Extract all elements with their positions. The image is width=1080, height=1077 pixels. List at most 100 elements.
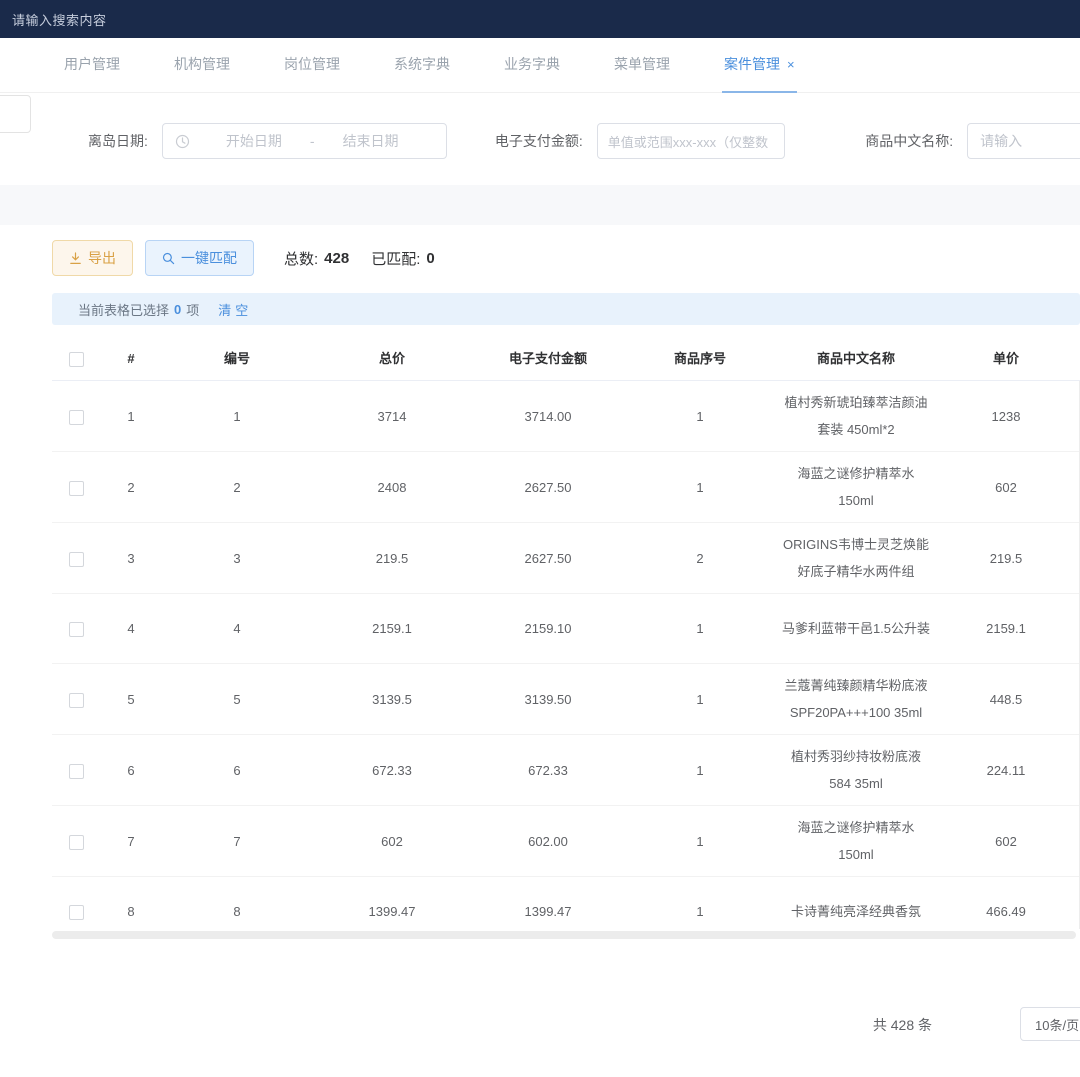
export-button[interactable]: 导出 bbox=[52, 240, 133, 276]
export-button-label: 导出 bbox=[88, 248, 116, 268]
cell-product-seq: 1 bbox=[624, 466, 776, 509]
row-checkbox[interactable] bbox=[69, 905, 84, 920]
table-row: 2224082627.501海蓝之谜修护精萃水 150ml602 bbox=[52, 452, 1079, 523]
tab-item[interactable]: 岗位管理 bbox=[282, 38, 342, 93]
match-button-label: 一键匹配 bbox=[181, 248, 237, 268]
date-range-input[interactable]: 开始日期 - 结束日期 bbox=[162, 123, 447, 159]
tab-item[interactable]: 用户管理 bbox=[62, 38, 122, 93]
close-icon[interactable]: × bbox=[787, 58, 795, 71]
payment-amount-input[interactable]: 单值或范围xxx-xxx（仅整数 bbox=[597, 123, 785, 159]
tab-label: 用户管理 bbox=[64, 54, 120, 74]
cell-epay-amount: 672.33 bbox=[472, 749, 624, 792]
cell-unit-price: 602 bbox=[936, 466, 1076, 509]
column-header: 商品中文名称 bbox=[776, 337, 936, 380]
cell-product-seq: 2 bbox=[624, 537, 776, 580]
selection-count: 0 bbox=[174, 302, 181, 317]
search-icon bbox=[162, 252, 175, 265]
row-checkbox[interactable] bbox=[69, 835, 84, 850]
row-checkbox-cell bbox=[52, 607, 100, 650]
row-checkbox[interactable] bbox=[69, 622, 84, 637]
row-checkbox[interactable] bbox=[69, 693, 84, 708]
cell-index: 3 bbox=[100, 537, 162, 580]
cell-epay-amount: 602.00 bbox=[472, 820, 624, 863]
matched-label: 已匹配: bbox=[371, 248, 420, 269]
product-name-input[interactable]: 请输入 bbox=[967, 123, 1080, 159]
section-divider bbox=[0, 185, 1080, 225]
cell-index: 8 bbox=[100, 890, 162, 929]
row-checkbox-cell bbox=[52, 890, 100, 929]
tab-bar: 用户管理 机构管理 岗位管理 系统字典 业务字典 菜单管理 案件管理 × bbox=[0, 38, 1080, 93]
row-checkbox[interactable] bbox=[69, 764, 84, 779]
cell-unit-price: 602 bbox=[936, 820, 1076, 863]
cell-code: 2 bbox=[162, 466, 312, 509]
row-checkbox-cell bbox=[52, 466, 100, 509]
cell-product-seq: 1 bbox=[624, 678, 776, 721]
toolbar: 导出 一键匹配 总数: 428 已匹配: 0 bbox=[52, 239, 1080, 277]
clear-selection-link[interactable]: 清空 bbox=[218, 300, 252, 319]
total-value: 428 bbox=[324, 250, 349, 267]
cell-code: 1 bbox=[162, 395, 312, 438]
cell-product-seq: 1 bbox=[624, 820, 776, 863]
cell-index: 5 bbox=[100, 678, 162, 721]
tab-item[interactable]: 系统字典 bbox=[392, 38, 452, 93]
tab-item[interactable]: 业务字典 bbox=[502, 38, 562, 93]
cell-unit-price: 2159.1 bbox=[936, 607, 1076, 650]
page-size-select[interactable]: 10条/页 bbox=[1020, 1007, 1080, 1041]
tab-item[interactable]: 机构管理 bbox=[172, 38, 232, 93]
tab-label: 案件管理 bbox=[724, 54, 780, 74]
end-date-placeholder[interactable]: 结束日期 bbox=[343, 131, 399, 151]
table-row: 33219.52627.502ORIGINS韦博士灵芝焕能好底子精华水两件组21… bbox=[52, 523, 1079, 594]
payment-filter-label: 电子支付金额: bbox=[495, 131, 583, 151]
row-checkbox-cell bbox=[52, 678, 100, 721]
download-icon bbox=[69, 252, 82, 265]
cell-total-price: 2408 bbox=[312, 466, 472, 509]
tab-label: 业务字典 bbox=[504, 54, 560, 74]
row-checkbox-cell bbox=[52, 820, 100, 863]
cell-index: 4 bbox=[100, 607, 162, 650]
table-row: 442159.12159.101马爹利蓝带干邑1.5公升装2159.1 bbox=[52, 594, 1079, 664]
row-checkbox[interactable] bbox=[69, 552, 84, 567]
pagination-total: 共 428 条 bbox=[873, 1015, 932, 1035]
cell-product-name: 植村秀新琥珀臻萃洁颜油套装 450ml*2 bbox=[776, 381, 936, 451]
tab-item[interactable]: 案件管理 × bbox=[722, 38, 797, 93]
start-date-placeholder[interactable]: 开始日期 bbox=[226, 131, 282, 151]
cell-epay-amount: 3139.50 bbox=[472, 678, 624, 721]
cell-total-price: 602 bbox=[312, 820, 472, 863]
one-key-match-button[interactable]: 一键匹配 bbox=[145, 240, 254, 276]
pagination-bar: 共 428 条 10条/页 bbox=[52, 1005, 1080, 1045]
date-filter-label: 离岛日期: bbox=[88, 131, 148, 151]
global-search-input[interactable]: 请输入搜索内容 bbox=[12, 10, 107, 29]
cell-product-name: 植村秀羽纱持妆粉底液 584 35ml bbox=[776, 735, 936, 805]
top-header-bar: 请输入搜索内容 bbox=[0, 0, 1080, 38]
column-header: 电子支付金额 bbox=[472, 337, 624, 380]
page-size-value: 10条/页 bbox=[1035, 1015, 1079, 1034]
cell-product-name: 兰蔻菁纯臻颜精华粉底液SPF20PA+++100 35ml bbox=[776, 664, 936, 734]
filter-section: 离岛日期: 开始日期 - 结束日期 电子支付金额: 单值或范围xxx-xxx（仅… bbox=[0, 93, 1080, 185]
column-header: 商品序号 bbox=[624, 337, 776, 380]
cell-code: 6 bbox=[162, 749, 312, 792]
cell-product-name: 卡诗菁纯亮泽经典香氛 bbox=[776, 890, 936, 929]
cell-code: 3 bbox=[162, 537, 312, 580]
column-header: 单价 bbox=[936, 337, 1076, 380]
select-all-checkbox[interactable] bbox=[69, 352, 84, 367]
cell-epay-amount: 3714.00 bbox=[472, 395, 624, 438]
table-row: 553139.53139.501兰蔻菁纯臻颜精华粉底液SPF20PA+++100… bbox=[52, 664, 1079, 735]
count-summary: 总数: 428 已匹配: 0 bbox=[284, 248, 435, 269]
selection-prefix: 当前表格已选择 bbox=[78, 300, 169, 319]
cell-epay-amount: 2627.50 bbox=[472, 466, 624, 509]
product-name-placeholder: 请输入 bbox=[980, 131, 1022, 151]
row-checkbox[interactable] bbox=[69, 410, 84, 425]
tab-label: 机构管理 bbox=[174, 54, 230, 74]
cell-total-price: 672.33 bbox=[312, 749, 472, 792]
tab-item[interactable]: 菜单管理 bbox=[612, 38, 672, 93]
header-checkbox-cell bbox=[52, 337, 100, 380]
cases-table: #编号总价电子支付金额商品序号商品中文名称单价 1137143714.001植村… bbox=[52, 337, 1080, 939]
selection-suffix: 项 bbox=[186, 300, 199, 319]
column-header: # bbox=[100, 337, 162, 380]
horizontal-scrollbar[interactable] bbox=[52, 931, 1076, 939]
tab-label: 岗位管理 bbox=[284, 54, 340, 74]
tab-label: 菜单管理 bbox=[614, 54, 670, 74]
cell-total-price: 2159.1 bbox=[312, 607, 472, 650]
row-checkbox[interactable] bbox=[69, 481, 84, 496]
cell-epay-amount: 2627.50 bbox=[472, 537, 624, 580]
